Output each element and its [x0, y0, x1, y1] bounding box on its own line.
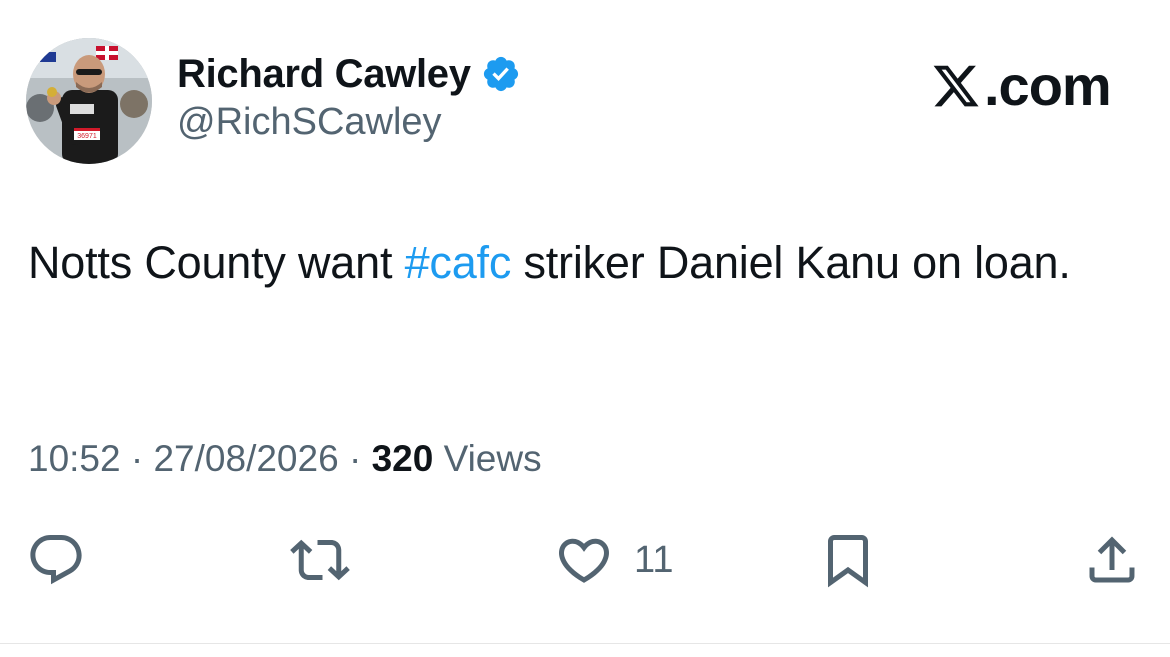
avatar[interactable]: 36971: [26, 38, 152, 164]
reply-icon: [26, 530, 86, 590]
tweet-text: Notts County want #cafc striker Daniel K…: [28, 230, 1138, 296]
author-display-name[interactable]: Richard Cawley: [177, 52, 471, 97]
brand-domain: .com: [984, 54, 1112, 117]
brand-logo: .com: [930, 54, 1112, 117]
heart-icon: [554, 530, 614, 590]
tweet-date[interactable]: 27/08/2026: [153, 438, 338, 479]
repost-button[interactable]: [290, 530, 350, 590]
bookmark-icon: [818, 530, 878, 590]
repost-icon: [290, 530, 350, 590]
tweet-text-after: striker Daniel Kanu on loan.: [511, 237, 1071, 288]
author-handle[interactable]: @RichSCawley: [177, 101, 442, 144]
meta-separator: ·: [120, 438, 154, 479]
tweet-text-before: Notts County want: [28, 237, 405, 288]
views-count: 320: [371, 438, 434, 479]
tweet-meta: 10:52 · 27/08/2026 · 320 Views: [28, 438, 542, 480]
like-count: 11: [634, 538, 674, 581]
action-bar: 11: [0, 530, 1170, 590]
verified-badge-icon: [481, 54, 521, 94]
bookmark-button[interactable]: [818, 530, 878, 590]
views-label: Views: [433, 438, 542, 479]
meta-separator: ·: [338, 438, 372, 479]
avatar-photo: 36971: [26, 38, 152, 164]
hashtag-link[interactable]: #cafc: [405, 237, 512, 288]
x-logo-icon: [930, 61, 982, 111]
avatar-bib-number: 36971: [77, 133, 97, 140]
share-button[interactable]: [1082, 530, 1142, 590]
share-icon: [1082, 530, 1142, 590]
tweet-time[interactable]: 10:52: [28, 438, 121, 479]
bottom-divider: [0, 643, 1170, 644]
reply-button[interactable]: [26, 530, 86, 590]
author-name-row: Richard Cawley: [177, 50, 521, 98]
like-button[interactable]: 11: [554, 530, 673, 590]
